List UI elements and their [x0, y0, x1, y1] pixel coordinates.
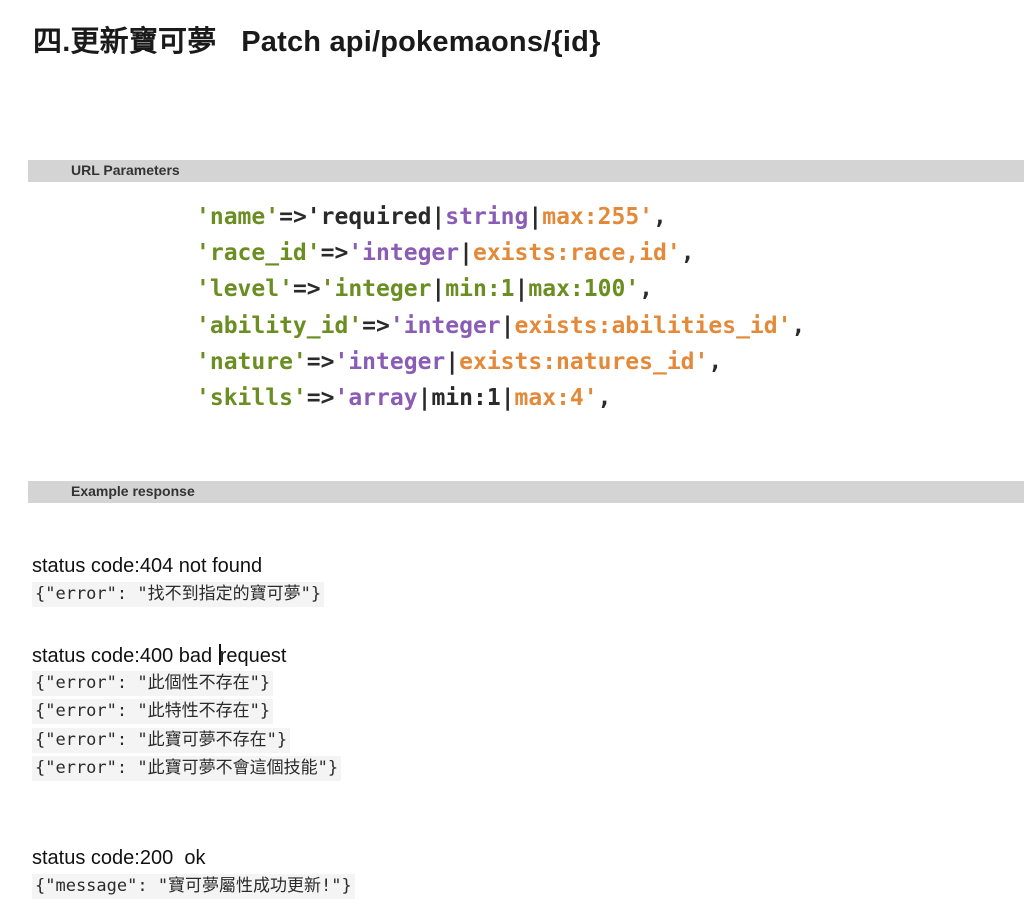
response-body-400-1: {"error": "此個性不存在"}	[32, 671, 274, 696]
code-token: 'level'	[196, 276, 293, 303]
code-token: 'integer	[334, 348, 446, 375]
code-token: |	[514, 276, 529, 303]
param-line: 'level'=>'integer|min:1|max:100',	[196, 271, 805, 307]
url-parameters-header: URL Parameters	[28, 160, 1024, 182]
code-token: =>	[320, 240, 349, 267]
status-400-text-a: status code:400 bad	[32, 645, 218, 667]
code-token: ,	[597, 384, 612, 411]
page-title: 四.更新寶可夢 Patch api/pokemaons/{id}	[33, 26, 601, 58]
status-400: status code:400 bad request	[32, 644, 286, 668]
response-body-400-3: {"error": "此寶可夢不存在"}	[32, 728, 291, 753]
code-token: ,	[791, 312, 806, 339]
response-body-200: {"message": "寶可夢屬性成功更新!"}	[32, 874, 355, 899]
example-response-label: Example response	[71, 483, 195, 499]
code-token: =>	[292, 276, 321, 303]
code-token: =>	[306, 348, 335, 375]
code-token: exists:abilities_id'	[514, 312, 792, 339]
code-token: |	[459, 240, 473, 267]
code-token: ,	[653, 204, 667, 230]
code-token: exists:race,id'	[472, 240, 681, 267]
code-token: ,	[639, 276, 654, 303]
code-token: max:100'	[528, 276, 640, 303]
code-token: |	[445, 348, 460, 375]
response-body-400-4: {"error": "此寶可夢不會這個技能"}	[32, 756, 342, 781]
response-body-400-2: {"error": "此特性不存在"}	[32, 699, 274, 724]
param-line: 'race_id'=>'integer|exists:race,id',	[196, 235, 805, 271]
parameters-code-block: 'name'=>'required|string|max:255','race_…	[196, 199, 805, 416]
code-token: ,	[708, 348, 723, 375]
code-token: max:255'	[542, 204, 654, 230]
code-token: =>	[279, 204, 307, 230]
code-token: 'nature'	[196, 348, 307, 375]
code-token: |	[500, 384, 515, 411]
code-token: 'array	[334, 384, 418, 411]
url-parameters-label: URL Parameters	[71, 162, 180, 178]
code-token: |	[431, 204, 446, 230]
status-400-text-b: request	[219, 645, 287, 667]
response-body-404: {"error": "找不到指定的寶可夢"}	[32, 582, 325, 607]
status-200: status code:200 ok	[32, 847, 206, 869]
status-404: status code:404 not found	[32, 555, 263, 577]
code-token: 'skills'	[196, 384, 307, 411]
code-token: 'integer	[348, 240, 460, 267]
code-token: exists:natures_id'	[459, 348, 709, 375]
code-token: |	[417, 384, 432, 411]
code-token: =>	[362, 312, 390, 339]
code-token: =>	[306, 384, 335, 411]
code-token: 'name'	[196, 204, 280, 230]
code-token: 'ability_id'	[196, 312, 363, 339]
param-line: 'ability_id'=>'integer|exists:abilities_…	[196, 308, 805, 344]
code-token: 'integer	[320, 276, 432, 303]
code-token: min:1	[431, 384, 501, 411]
code-token: max:4'	[514, 384, 598, 411]
code-token: ,	[680, 240, 695, 267]
code-token: 'required	[306, 204, 432, 230]
code-token: |	[431, 276, 446, 303]
code-token: |	[500, 312, 515, 339]
param-line: 'name'=>'required|string|max:255',	[196, 199, 805, 235]
code-token: min:1	[445, 276, 515, 303]
code-token: |	[528, 204, 543, 230]
code-token: 'integer	[389, 312, 501, 339]
code-token: 'race_id'	[196, 240, 321, 267]
code-token: string	[445, 204, 529, 230]
param-line: 'nature'=>'integer|exists:natures_id',	[196, 344, 805, 380]
param-line: 'skills'=>'array|min:1|max:4',	[196, 380, 805, 416]
example-response-header: Example response	[28, 481, 1024, 503]
